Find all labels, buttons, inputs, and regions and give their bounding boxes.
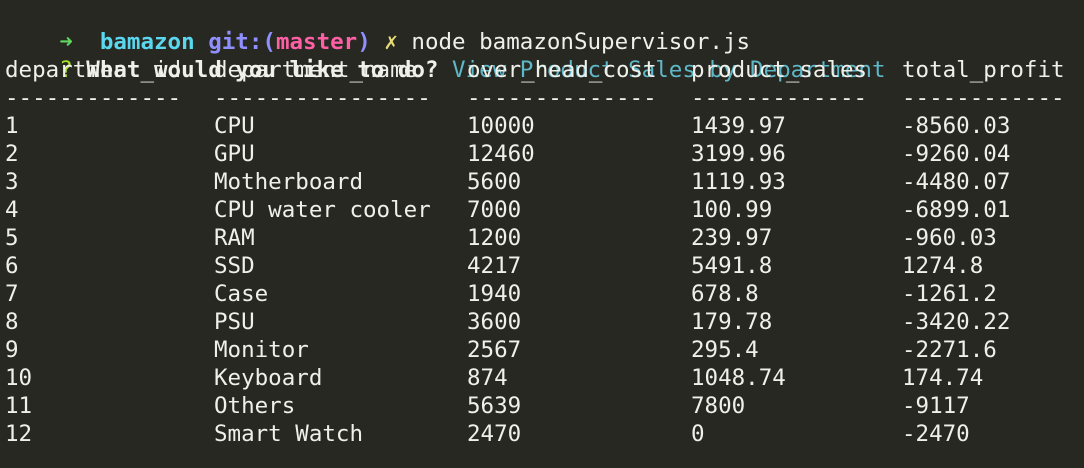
separator-dashes: ------------- xyxy=(691,85,868,111)
cell-product-sales: 7800 xyxy=(691,393,746,419)
table-row: 10 Keyboard 874 1048.74 174.74 xyxy=(5,364,1084,392)
table-row: 4 CPU water cooler 7000 100.99 -6899.01 xyxy=(5,196,1084,224)
cell-over-head-cost: 7000 xyxy=(467,197,522,223)
cell-over-head-cost: 874 xyxy=(467,365,508,391)
cell-total-profit: -9117 xyxy=(902,393,970,419)
cell-total-profit: -8560.03 xyxy=(902,113,1011,139)
cell-product-sales: 100.99 xyxy=(691,197,773,223)
cell-department-id: 6 xyxy=(5,253,19,279)
cell-product-sales: 1119.93 xyxy=(691,169,786,195)
cell-total-profit: 174.74 xyxy=(902,365,984,391)
cell-department-id: 10 xyxy=(5,365,33,391)
header-department-name: department_name xyxy=(214,57,418,83)
cell-total-profit: -1261.2 xyxy=(902,281,997,307)
table-row: 5 RAM 1200 239.97 -960.03 xyxy=(5,224,1084,252)
cell-product-sales: 678.8 xyxy=(691,281,759,307)
cell-department-id: 8 xyxy=(5,309,19,335)
cell-department-name: Monitor xyxy=(214,337,309,363)
cell-product-sales: 1048.74 xyxy=(691,365,786,391)
cell-department-id: 2 xyxy=(5,141,19,167)
cell-product-sales: 0 xyxy=(691,421,705,447)
table-separator-row: ------------- ---------------- ---------… xyxy=(5,84,1084,112)
table-row: 9 Monitor 2567 295.4 -2271.6 xyxy=(5,336,1084,364)
cell-total-profit: -2271.6 xyxy=(902,337,997,363)
cell-department-name: CPU xyxy=(214,113,255,139)
header-over-head-cost: over_head_cost xyxy=(467,57,657,83)
cell-product-sales: 179.78 xyxy=(691,309,773,335)
shell-prompt-line: ➜ bamazon git:(master) ✗ node bamazonSup… xyxy=(5,0,1084,55)
cell-product-sales: 1439.97 xyxy=(691,113,786,139)
cell-over-head-cost: 10000 xyxy=(467,113,535,139)
cell-over-head-cost: 12460 xyxy=(467,141,535,167)
inquirer-question-line: ? What would you like to do? View Produc… xyxy=(5,28,1084,83)
table-row: 8 PSU 3600 179.78 -3420.22 xyxy=(5,308,1084,336)
cell-department-id: 7 xyxy=(5,281,19,307)
table-row: 11 Others 5639 7800 -9117 xyxy=(5,392,1084,420)
cell-total-profit: 1274.8 xyxy=(902,253,984,279)
table-row: 12 Smart Watch 2470 0 -2470 xyxy=(5,420,1084,448)
cell-department-name: Case xyxy=(214,281,269,307)
cell-over-head-cost: 3600 xyxy=(467,309,522,335)
header-department-id: department_id xyxy=(5,57,182,83)
table-row: 3 Motherboard 5600 1119.93 -4480.07 xyxy=(5,168,1084,196)
table-row: 7 Case 1940 678.8 -1261.2 xyxy=(5,280,1084,308)
cell-total-profit: -4480.07 xyxy=(902,169,1011,195)
separator-dashes: ---------------- xyxy=(214,85,431,111)
cell-product-sales: 5491.8 xyxy=(691,253,773,279)
cell-department-name: RAM xyxy=(214,225,255,251)
header-total-profit: total_profit xyxy=(902,57,1065,83)
cell-total-profit: -9260.04 xyxy=(902,141,1011,167)
cell-total-profit: -3420.22 xyxy=(902,309,1011,335)
table-row: 6 SSD 4217 5491.8 1274.8 xyxy=(5,252,1084,280)
cell-department-name: Keyboard xyxy=(214,365,323,391)
cell-product-sales: 3199.96 xyxy=(691,141,786,167)
table-header-row: department_id department_name over_head_… xyxy=(5,56,1084,84)
cell-over-head-cost: 5639 xyxy=(467,393,522,419)
header-product-sales: product_sales xyxy=(691,57,868,83)
cell-department-id: 12 xyxy=(5,421,33,447)
cell-department-name: Smart Watch xyxy=(214,421,364,447)
cell-total-profit: -2470 xyxy=(902,421,970,447)
cell-department-id: 3 xyxy=(5,169,19,195)
cell-total-profit: -6899.01 xyxy=(902,197,1011,223)
cell-department-name: SSD xyxy=(214,253,255,279)
cell-department-name: Others xyxy=(214,393,296,419)
separator-dashes: -------------- xyxy=(467,85,657,111)
cell-department-id: 5 xyxy=(5,225,19,251)
cell-over-head-cost: 1200 xyxy=(467,225,522,251)
separator-dashes: ------------ xyxy=(902,85,1065,111)
cell-over-head-cost: 2567 xyxy=(467,337,522,363)
cell-department-name: PSU xyxy=(214,309,255,335)
cell-department-id: 4 xyxy=(5,197,19,223)
cell-department-name: CPU water cooler xyxy=(214,197,431,223)
table-row: 1 CPU 10000 1439.97 -8560.03 xyxy=(5,112,1084,140)
cell-department-id: 9 xyxy=(5,337,19,363)
terminal-window[interactable]: ➜ bamazon git:(master) ✗ node bamazonSup… xyxy=(0,0,1084,468)
table-row: 2 GPU 12460 3199.96 -9260.04 xyxy=(5,140,1084,168)
cell-department-id: 11 xyxy=(5,393,33,419)
cell-over-head-cost: 4217 xyxy=(467,253,522,279)
cell-department-name: GPU xyxy=(214,141,255,167)
cell-over-head-cost: 2470 xyxy=(467,421,522,447)
cell-product-sales: 239.97 xyxy=(691,225,773,251)
cell-department-id: 1 xyxy=(5,113,19,139)
cell-total-profit: -960.03 xyxy=(902,225,997,251)
cell-product-sales: 295.4 xyxy=(691,337,759,363)
cell-over-head-cost: 1940 xyxy=(467,281,522,307)
cell-department-name: Motherboard xyxy=(214,169,364,195)
cell-over-head-cost: 5600 xyxy=(467,169,522,195)
separator-dashes: ------------- xyxy=(5,85,182,111)
